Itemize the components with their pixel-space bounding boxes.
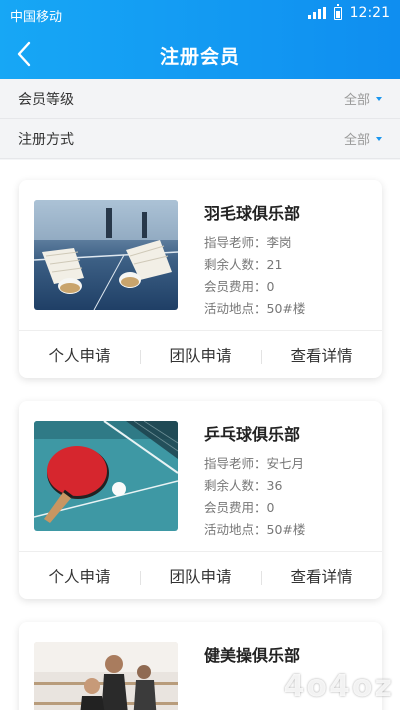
club-fee: 会员费用：0 — [204, 500, 275, 515]
carrier-name: 中国移动 — [10, 10, 63, 25]
club-location: 活动地点：50#楼 — [204, 522, 306, 537]
card-actions: 个人申请 团队申请 查看详情 — [19, 330, 382, 378]
club-teacher: 指导老师：安七月 — [204, 456, 305, 471]
club-info: 指导老师：安七月 剩余人数：36 会员费用：0 活动地点：50#楼 — [204, 453, 305, 541]
filter-value: 全部 — [343, 133, 370, 148]
club-name: 羽毛球俱乐部 — [204, 204, 301, 223]
table-tennis-image — [34, 421, 178, 531]
card-actions: 个人申请 团队申请 查看详情 — [19, 551, 382, 599]
view-details-button[interactable]: 查看详情 — [261, 344, 382, 366]
filter-label: 会员等级 — [18, 91, 74, 108]
individual-apply-button[interactable]: 个人申请 — [19, 565, 140, 587]
club-teacher: 指导老师：李岗 — [204, 235, 292, 250]
club-fee: 会员费用：0 — [204, 279, 275, 294]
filter-registration-method[interactable]: 注册方式 全部 — [0, 119, 400, 159]
caret-down-icon — [376, 136, 382, 141]
status-icons: 12:21 — [307, 3, 390, 21]
app-header: 中国移动 12:21 注册会员 — [0, 0, 400, 79]
clock: 12:21 — [349, 5, 390, 21]
club-list: 羽毛球俱乐部 指导老师：李岗 剩余人数：21 会员费用：0 活动地点：50#楼 … — [0, 160, 400, 710]
team-apply-button[interactable]: 团队申请 — [140, 344, 261, 366]
club-card[interactable]: 乒乓球俱乐部 指导老师：安七月 剩余人数：36 会员费用：0 活动地点：50#楼… — [19, 401, 382, 599]
filter-panel: 会员等级 全部 注册方式 全部 — [0, 79, 400, 159]
individual-apply-button[interactable]: 个人申请 — [19, 344, 140, 366]
signal-icon — [307, 7, 326, 19]
filter-dropdown[interactable]: 全部 — [344, 129, 382, 148]
club-card[interactable]: 羽毛球俱乐部 指导老师：李岗 剩余人数：21 会员费用：0 活动地点：50#楼 … — [19, 180, 382, 378]
aerobics-image — [34, 642, 178, 710]
club-name: 健美操俱乐部 — [204, 646, 301, 665]
club-remaining: 剩余人数：21 — [204, 257, 283, 272]
club-info: 指导老师：李岗 剩余人数：21 会员费用：0 活动地点：50#楼 — [204, 232, 305, 320]
club-location: 活动地点：50#楼 — [204, 301, 306, 316]
page-title: 注册会员 — [159, 46, 240, 68]
filter-dropdown[interactable]: 全部 — [344, 89, 382, 108]
badminton-image — [34, 200, 178, 310]
club-name: 乒乓球俱乐部 — [204, 425, 301, 444]
team-apply-button[interactable]: 团队申请 — [140, 565, 261, 587]
view-details-button[interactable]: 查看详情 — [261, 565, 382, 587]
filter-label: 注册方式 — [18, 131, 74, 148]
caret-down-icon — [376, 96, 382, 101]
battery-icon — [333, 3, 342, 20]
filter-member-level[interactable]: 会员等级 全部 — [0, 79, 400, 119]
watermark-logo: 4o4oz — [283, 669, 394, 704]
filter-value: 全部 — [343, 93, 370, 108]
status-bar: 中国移动 12:21 — [0, 0, 400, 30]
club-remaining: 剩余人数：36 — [204, 478, 283, 493]
